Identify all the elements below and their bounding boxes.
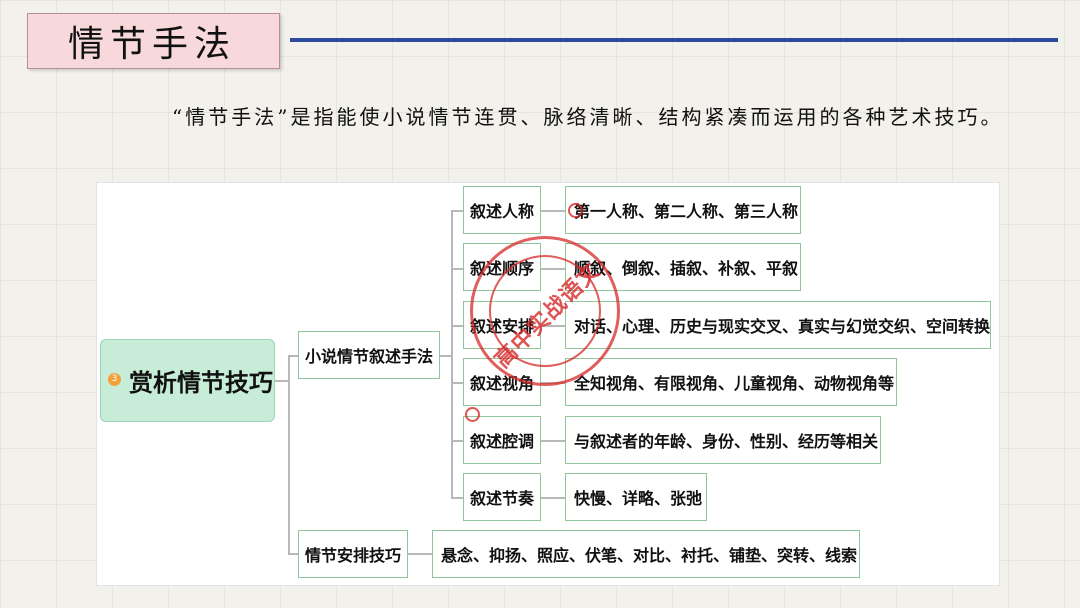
leaf-rhythm: 快慢、详略、张弛 <box>565 473 707 521</box>
connector <box>541 440 565 442</box>
connector <box>275 380 289 382</box>
connector <box>541 497 565 499</box>
connector <box>408 553 432 555</box>
connector <box>451 210 463 212</box>
connector <box>541 210 565 212</box>
leaf-text: 悬念、抑扬、照应、伏笔、对比、衬托、铺垫、突转、线索 <box>441 546 858 565</box>
leaf-text: 快慢、详略、张弛 <box>574 489 703 508</box>
mindmap-root-node: 赏析情节技巧 <box>100 339 275 422</box>
connector <box>451 497 463 499</box>
connector <box>451 382 463 384</box>
title-underline <box>290 38 1058 42</box>
branch-node-plot-arrangement: 情节安排技巧 <box>298 530 408 578</box>
subnode-label: 叙述节奏 <box>469 489 534 508</box>
connector <box>451 268 463 270</box>
subnode-person: 叙述人称 <box>463 186 541 234</box>
leaf-arrangement: 对话、心理、历史与现实交叉、真实与幻觉交织、空间转换 <box>565 301 991 349</box>
section-title-box: 情节手法 <box>27 13 280 69</box>
subnode-label: 叙述腔调 <box>469 432 534 451</box>
subnode-rhythm: 叙述节奏 <box>463 473 541 521</box>
connector <box>451 440 463 442</box>
leaf-text: 对话、心理、历史与现实交叉、真实与幻觉交织、空间转换 <box>574 317 991 336</box>
connector <box>288 553 298 555</box>
root-label: 赏析情节技巧 <box>129 369 273 397</box>
connector <box>451 325 463 327</box>
section-title: 情节手法 <box>68 24 237 65</box>
connector <box>451 210 453 499</box>
branch-node-narration: 小说情节叙述手法 <box>298 331 440 379</box>
root-number-badge: 3 <box>108 373 121 386</box>
subnode-label: 叙述人称 <box>469 202 534 221</box>
leaf-perspective: 全知视角、有限视角、儿童视角、动物视角等 <box>565 358 897 406</box>
leaf-text: 全知视角、有限视角、儿童视角、动物视角等 <box>574 374 895 393</box>
intro-paragraph: “情节手法”是指能使小说情节连贯、脉络清晰、结构紧凑而运用的各种艺术技巧。 <box>172 105 1004 129</box>
leaf-text: 第一人称、第二人称、第三人称 <box>574 202 799 221</box>
leaf-text: 与叙述者的年龄、身份、性别、经历等相关 <box>574 432 879 451</box>
connector <box>288 355 298 357</box>
subnode-tone: 叙述腔调 <box>463 416 541 464</box>
branch-label: 情节安排技巧 <box>304 546 401 565</box>
leaf-person: 第一人称、第二人称、第三人称 <box>565 186 801 234</box>
branch-label: 小说情节叙述手法 <box>304 347 433 366</box>
stamp-mark-circle <box>465 407 480 422</box>
leaf-plot-techniques: 悬念、抑扬、照应、伏笔、对比、衬托、铺垫、突转、线索 <box>432 530 860 578</box>
connector <box>288 355 290 554</box>
stamp-mark-circle <box>568 203 583 218</box>
leaf-tone: 与叙述者的年龄、身份、性别、经历等相关 <box>565 416 881 464</box>
